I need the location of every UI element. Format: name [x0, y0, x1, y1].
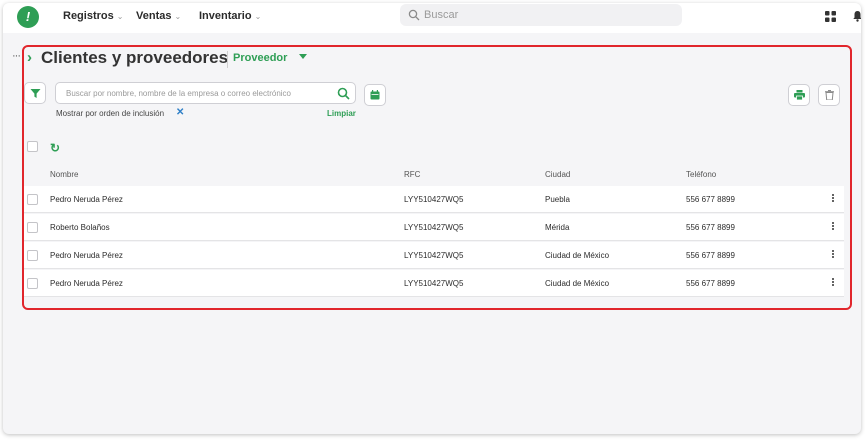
- app-window: ! Registros ⌄ Ventas ⌄ Inventario ⌄ Buscar …: [3, 3, 861, 434]
- cell-telefono: 556 677 8899: [686, 251, 735, 260]
- chevron-right-icon[interactable]: ›: [27, 49, 32, 66]
- table-row[interactable]: Pedro Neruda Pérez LYY510427WQ5 Ciudad d…: [24, 242, 844, 269]
- cell-rfc: LYY510427WQ5: [404, 279, 464, 288]
- column-header-rfc[interactable]: RFC: [404, 170, 420, 179]
- global-search-placeholder: Buscar: [424, 9, 459, 21]
- cell-telefono: 556 677 8899: [686, 195, 735, 204]
- table-row[interactable]: Roberto Bolaños LYY510427WQ5 Mérida 556 …: [24, 214, 844, 241]
- print-button[interactable]: [788, 84, 810, 106]
- more-options-icon[interactable]: [831, 194, 835, 203]
- global-search-input[interactable]: Buscar: [400, 4, 682, 26]
- search-icon[interactable]: [337, 87, 350, 100]
- row-checkbox[interactable]: [27, 250, 38, 261]
- caret-down-icon[interactable]: [299, 54, 307, 59]
- title-divider: [227, 51, 228, 68]
- clear-filters-link[interactable]: Limpiar: [327, 109, 356, 118]
- cell-nombre: Pedro Neruda Pérez: [50, 195, 123, 204]
- apps-grid-icon[interactable]: [825, 11, 836, 22]
- calendar-icon: [370, 90, 380, 100]
- cell-telefono: 556 677 8899: [686, 279, 735, 288]
- bell-icon[interactable]: [853, 10, 861, 22]
- row-checkbox[interactable]: [27, 194, 38, 205]
- table-row[interactable]: Pedro Neruda Pérez LYY510427WQ5 Puebla 5…: [24, 186, 844, 213]
- menu-ventas-label: Ventas: [136, 10, 172, 22]
- cell-rfc: LYY510427WQ5: [404, 251, 464, 260]
- calendar-button[interactable]: [364, 84, 386, 106]
- page-title: Clientes y proveedores: [41, 48, 229, 67]
- cell-rfc: LYY510427WQ5: [404, 223, 464, 232]
- cell-ciudad: Ciudad de México: [545, 251, 610, 260]
- filter-icon: [30, 88, 40, 98]
- chevron-down-icon: ⌄: [116, 12, 124, 21]
- menu-registros-label: Registros: [63, 10, 114, 22]
- breadcrumb-ellipsis[interactable]: ···: [12, 50, 21, 62]
- chevron-down-icon: ⌄: [174, 12, 182, 21]
- cell-ciudad: Mérida: [545, 223, 570, 232]
- column-header-ciudad[interactable]: Ciudad: [545, 170, 570, 179]
- more-options-icon[interactable]: [831, 250, 835, 259]
- app-logo[interactable]: !: [17, 6, 39, 28]
- list-search-field[interactable]: [55, 82, 356, 104]
- list-search-input[interactable]: [56, 83, 326, 104]
- cell-rfc: LYY510427WQ5: [404, 195, 464, 204]
- cell-ciudad: Puebla: [545, 195, 570, 204]
- cell-telefono: 556 677 8899: [686, 223, 735, 232]
- printer-icon: [793, 90, 805, 100]
- more-options-icon[interactable]: [831, 222, 835, 231]
- more-options-icon[interactable]: [831, 278, 835, 287]
- cell-ciudad: Ciudad de México: [545, 279, 610, 288]
- cell-nombre: Pedro Neruda Pérez: [50, 279, 123, 288]
- menu-ventas[interactable]: Ventas ⌄: [136, 3, 181, 33]
- cell-nombre: Roberto Bolaños: [50, 223, 110, 232]
- menu-inventario[interactable]: Inventario ⌄: [199, 3, 261, 33]
- refresh-icon[interactable]: ↻: [50, 141, 60, 155]
- delete-button[interactable]: [818, 84, 840, 106]
- cell-nombre: Pedro Neruda Pérez: [50, 251, 123, 260]
- row-checkbox[interactable]: [27, 278, 38, 289]
- row-checkbox[interactable]: [27, 222, 38, 233]
- menu-inventario-label: Inventario: [199, 10, 252, 22]
- table-row[interactable]: Pedro Neruda Pérez LYY510427WQ5 Ciudad d…: [24, 270, 844, 297]
- chevron-down-icon: ⌄: [254, 12, 262, 21]
- column-header-telefono[interactable]: Teléfono: [686, 170, 716, 179]
- column-header-nombre[interactable]: Nombre: [50, 170, 78, 179]
- trash-icon: [824, 90, 834, 100]
- search-icon: [408, 9, 420, 21]
- remove-sort-icon[interactable]: ✕: [176, 107, 184, 118]
- sort-order-label: Mostrar por orden de inclusión: [56, 109, 165, 118]
- select-all-checkbox[interactable]: [27, 141, 38, 152]
- type-selector[interactable]: Proveedor: [233, 52, 287, 64]
- menu-registros[interactable]: Registros ⌄: [63, 3, 123, 33]
- top-navigation-bar: ! Registros ⌄ Ventas ⌄ Inventario ⌄ Buscar: [3, 3, 861, 33]
- filter-button[interactable]: [24, 82, 46, 104]
